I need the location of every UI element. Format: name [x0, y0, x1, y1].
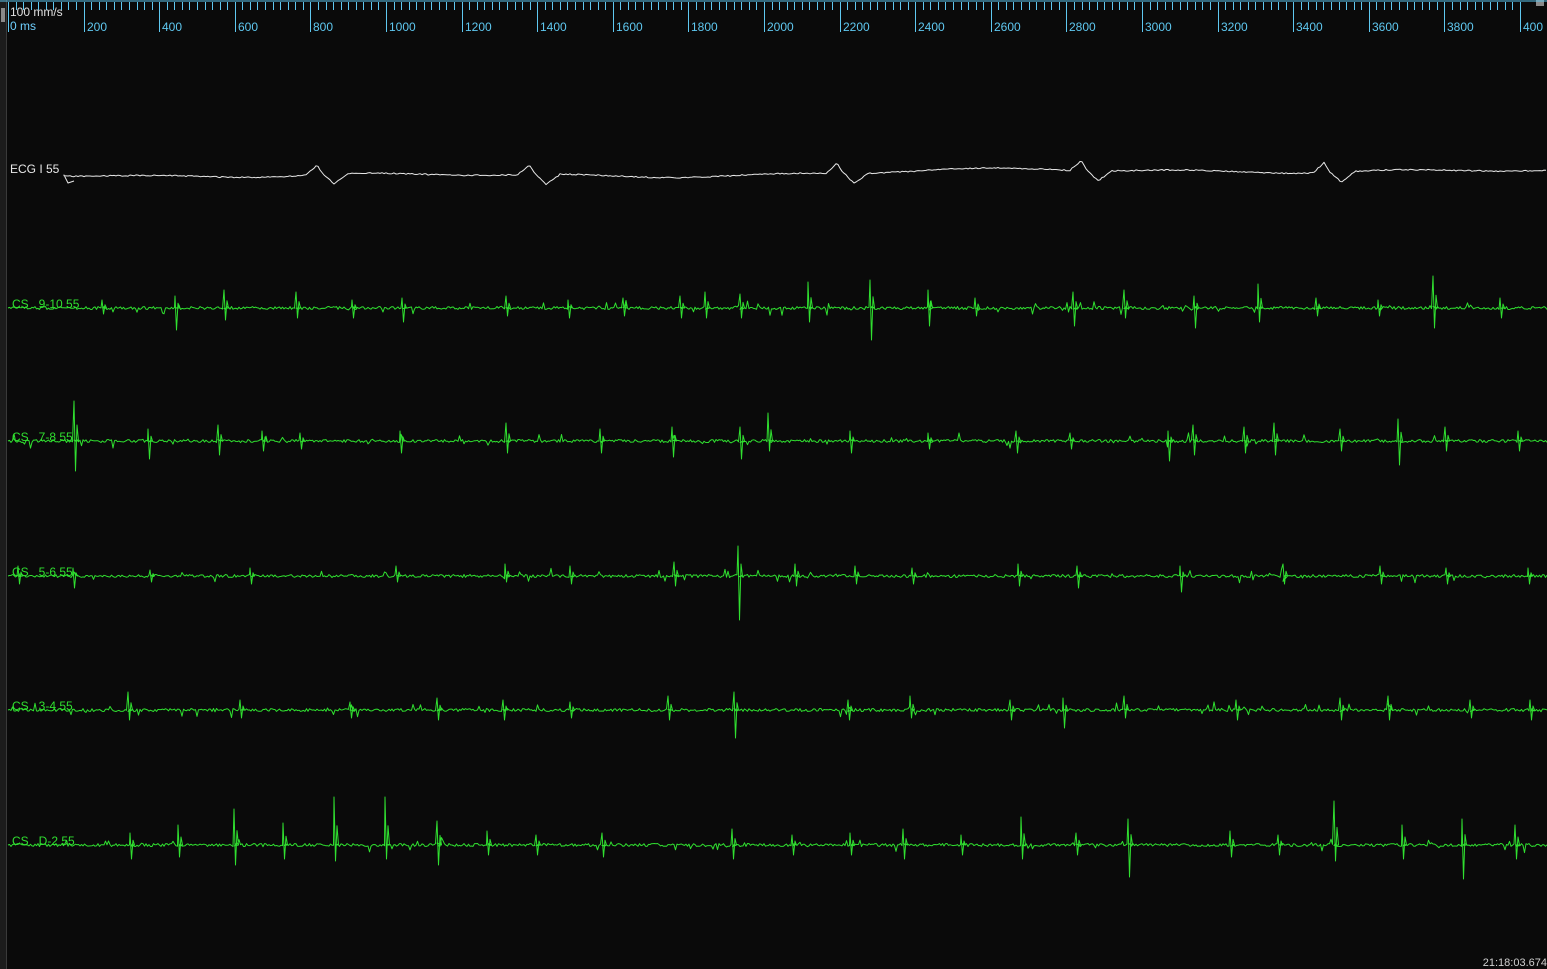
channel-label-cs-3-4[interactable]: CS 3-4 55: [12, 699, 73, 713]
channel-label-cs-5-6[interactable]: CS 5-6 55: [12, 565, 73, 579]
ep-recording-viewer: 200 400 600 800 1000 1200 1400 1600 1800 2000 2200…: [0, 0, 1547, 969]
trace-cs-3-4[interactable]: [7, 691, 1547, 739]
trace-ecg-i[interactable]: [63, 161, 1547, 186]
trace-cs-7-8[interactable]: [7, 400, 1547, 472]
channel-label-ecg-i[interactable]: ECG I 55: [10, 162, 59, 176]
recording-timestamp: 21:18:03.674: [1482, 957, 1547, 969]
trace-cs-5-6[interactable]: [7, 545, 1547, 621]
channel-label-cs-d-2[interactable]: CS D-2 55: [12, 834, 75, 848]
trace-cs-d-2[interactable]: [7, 796, 1547, 880]
channel-label-cs-7-8[interactable]: CS 7-8 55: [12, 430, 73, 444]
trace-area[interactable]: [0, 0, 1547, 969]
trace-cs-9-10[interactable]: [7, 275, 1547, 341]
channel-label-cs-9-10[interactable]: CS 9-10 55: [12, 297, 79, 311]
